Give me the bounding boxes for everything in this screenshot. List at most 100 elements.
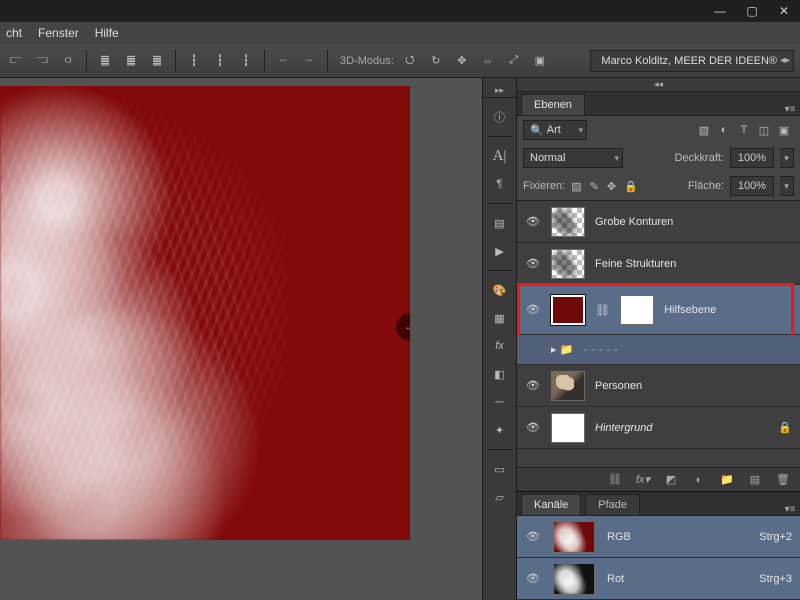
new-group-icon[interactable]: 📁 — [718, 473, 736, 486]
paragraph-panel-icon[interactable]: ¶ — [486, 171, 514, 197]
distribute-v2-icon[interactable]: ┈ — [299, 51, 319, 71]
layer-name[interactable]: Grobe Konturen — [595, 216, 673, 228]
document-canvas[interactable]: ↔ — [0, 86, 410, 540]
adjustments-panel-icon[interactable]: ◧ — [486, 361, 514, 387]
opacity-value[interactable]: 100% — [730, 148, 774, 168]
distribute-v-icon[interactable]: ┈ — [273, 51, 293, 71]
visibility-eye-icon[interactable]: 👁 — [525, 572, 541, 585]
actions-panel-icon[interactable]: ▤ — [486, 210, 514, 236]
align-right-icon[interactable]: ⫏ — [58, 51, 78, 71]
layer-row[interactable]: 👁 Personen — [517, 365, 800, 407]
lock-all-icon[interactable]: 🔒 — [624, 180, 638, 193]
history-panel-icon[interactable]: ▭ — [486, 456, 514, 482]
properties-panel-icon[interactable]: ⎓ — [486, 389, 514, 415]
minimize-button[interactable]: — — [704, 0, 736, 22]
distribute-hc-icon[interactable]: ┇ — [210, 51, 230, 71]
layer-thumbnail[interactable] — [551, 207, 585, 237]
align-top-icon[interactable]: ䷀ — [95, 51, 115, 71]
channel-thumbnail[interactable] — [553, 563, 595, 595]
lock-paint-icon[interactable]: ✎ — [590, 180, 599, 193]
delete-layer-icon[interactable]: 🗑 — [774, 473, 792, 486]
layer-mask-thumbnail[interactable] — [620, 295, 654, 325]
filter-type-icon[interactable]: T — [734, 120, 754, 140]
layer-name[interactable]: Hintergrund — [595, 422, 652, 434]
3d-pan-icon[interactable]: ✥ — [452, 51, 472, 71]
visibility-eye-icon[interactable]: 👁 — [525, 215, 541, 228]
visibility-eye-icon[interactable]: 👁 — [525, 530, 541, 543]
add-mask-icon[interactable]: ◩ — [662, 473, 680, 486]
close-button[interactable]: ✕ — [768, 0, 800, 22]
layer-thumbnail[interactable] — [551, 371, 585, 401]
layer-name[interactable]: Personen — [595, 380, 642, 392]
visibility-eye-icon[interactable]: 👁 — [525, 303, 541, 316]
filter-shape-icon[interactable]: ◫ — [754, 120, 774, 140]
visibility-eye-icon[interactable]: 👁 — [525, 421, 541, 434]
align-vcenter-icon[interactable]: ䷀ — [121, 51, 141, 71]
collapse-arrows-icon[interactable]: ▸▸ — [483, 84, 516, 98]
play-panel-icon[interactable]: ▶ — [486, 238, 514, 264]
align-center-icon[interactable]: ⫎ — [32, 51, 52, 71]
menu-item[interactable]: cht — [6, 26, 22, 40]
color-panel-icon[interactable]: 🎨 — [486, 277, 514, 303]
navigator-panel-icon[interactable]: ▱ — [486, 484, 514, 510]
blend-mode-dropdown[interactable]: Normal ▾ — [523, 148, 623, 168]
collapse-arrows-icon[interactable]: ◂◂ — [517, 78, 800, 92]
link-layers-icon[interactable]: ⛓ — [606, 473, 624, 486]
swatches-panel-icon[interactable]: ▦ — [486, 305, 514, 331]
3d-roll-icon[interactable]: ↻ — [426, 51, 446, 71]
transform-anchor-icon[interactable]: ↔ — [396, 313, 410, 341]
lock-transparency-icon[interactable]: ▨ — [571, 180, 581, 193]
tab-channels[interactable]: Kanäle — [521, 494, 581, 515]
visibility-eye-icon[interactable]: 👁 — [525, 257, 541, 270]
new-layer-icon[interactable]: ▤ — [746, 473, 764, 486]
layer-name[interactable]: Feine Strukturen — [595, 258, 676, 270]
opacity-flyout-icon[interactable]: ▾ — [780, 148, 794, 168]
workspace-dropdown[interactable]: Marco Kolditz, MEER DER IDEEN® ◂▸ — [590, 50, 794, 72]
panel-menu-icon[interactable]: ▾≡ — [780, 504, 800, 515]
layer-row[interactable]: 👁 Feine Strukturen — [517, 243, 800, 285]
maximize-button[interactable]: ▢ — [736, 0, 768, 22]
3d-orbit-icon[interactable]: ⭯ — [400, 51, 420, 71]
layer-thumbnail[interactable] — [551, 413, 585, 443]
3d-scale-icon[interactable]: ⤢ — [504, 51, 524, 71]
filter-pixel-icon[interactable]: ▧ — [694, 120, 714, 140]
layer-filter-dropdown[interactable]: 🔍 Art ▾ — [523, 120, 587, 140]
3d-slide-icon[interactable]: ⇔ — [478, 51, 498, 71]
tab-layers[interactable]: Ebenen — [521, 94, 585, 115]
distribute-h2-icon[interactable]: ┇ — [236, 51, 256, 71]
character-panel-icon[interactable]: A| — [486, 143, 514, 169]
tab-paths[interactable]: Pfade — [585, 494, 640, 515]
filter-adjust-icon[interactable]: ◐ — [714, 120, 734, 140]
fill-value[interactable]: 100% — [730, 176, 774, 196]
layer-row[interactable]: 👁 Grobe Konturen — [517, 201, 800, 243]
channel-thumbnail[interactable] — [553, 521, 595, 553]
visibility-eye-icon[interactable]: 👁 — [525, 379, 541, 392]
align-bottom-icon[interactable]: ䷀ — [147, 51, 167, 71]
channel-row[interactable]: 👁 RGB Strg+2 — [517, 516, 800, 558]
blend-panel-icon[interactable]: ✦ — [486, 417, 514, 443]
layer-row-selected[interactable]: 👁 ⛓ Hilfsebene — [517, 285, 800, 335]
fill-flyout-icon[interactable]: ▾ — [780, 176, 794, 196]
layer-group-row[interactable]: ▸ 📁 - - - - - — [517, 335, 800, 365]
layer-row[interactable]: 👁 Hintergrund 🔒 — [517, 407, 800, 449]
lock-position-icon[interactable]: ✥ — [607, 180, 616, 193]
layer-thumbnail[interactable] — [551, 249, 585, 279]
menu-item[interactable]: Hilfe — [95, 26, 119, 40]
styles-panel-icon[interactable]: fx — [486, 333, 514, 359]
mask-link-icon[interactable]: ⛓ — [595, 303, 610, 317]
menu-item[interactable]: Fenster — [38, 26, 79, 40]
distribute-h-icon[interactable]: ┇ — [184, 51, 204, 71]
info-panel-icon[interactable]: ⓘ — [486, 104, 514, 130]
align-left-icon[interactable]: ⫍ — [6, 51, 26, 71]
filter-smart-icon[interactable]: ▣ — [774, 120, 794, 140]
channel-row[interactable]: 👁 Rot Strg+3 — [517, 558, 800, 600]
layer-thumbnail[interactable] — [551, 295, 585, 325]
layer-name[interactable]: - - - - - — [583, 344, 618, 356]
3d-camera-icon[interactable]: ▣ — [530, 51, 550, 71]
opacity-label: Deckkraft: — [674, 152, 724, 164]
layer-name[interactable]: Hilfsebene — [664, 304, 716, 316]
panel-menu-icon[interactable]: ▾≡ — [780, 104, 800, 115]
folder-collapse-icon[interactable]: ▸ 📁 — [551, 343, 573, 356]
layer-effects-icon[interactable]: fx▾ — [634, 473, 652, 486]
adjustment-layer-icon[interactable]: ◐ — [690, 474, 708, 486]
